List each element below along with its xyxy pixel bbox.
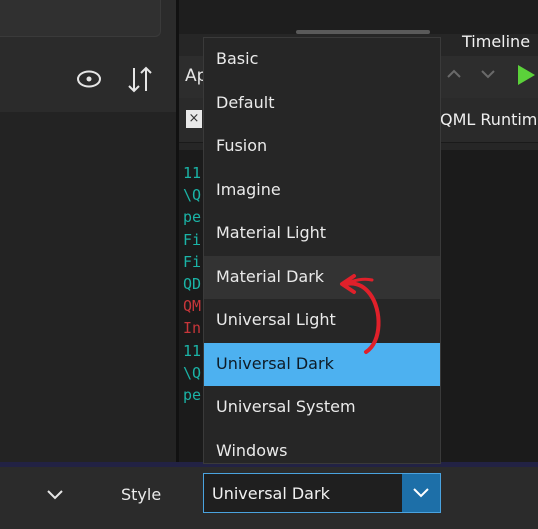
style-dropdown-list: Basic Default Fusion Imagine Material Light M… <box>203 37 441 464</box>
eye-icon[interactable] <box>76 66 102 92</box>
output-line: 11 <box>183 164 202 182</box>
style-option-label: Universal System <box>216 397 356 416</box>
style-option-material-dark[interactable]: Material Dark <box>204 255 440 299</box>
style-option-label: Windows <box>216 440 288 460</box>
splitter-handle[interactable] <box>296 30 430 34</box>
curved-arrow-icon <box>340 274 381 354</box>
style-option-fusion[interactable]: Fusion <box>204 125 440 168</box>
style-label: Style <box>121 485 162 504</box>
chevron-down-icon[interactable] <box>480 66 496 82</box>
chevron-up-icon[interactable] <box>446 66 462 82</box>
style-combobox-value: Universal Dark <box>212 484 330 503</box>
style-option-universal-light[interactable]: Universal Light <box>204 299 440 342</box>
right-panel-header <box>179 0 538 34</box>
play-icon[interactable] <box>516 64 536 86</box>
left-panel-body <box>0 112 176 462</box>
style-option-imagine[interactable]: Imagine <box>204 169 440 212</box>
style-option-material-light[interactable]: Material Light <box>204 212 440 255</box>
sort-icon[interactable] <box>126 64 154 94</box>
close-icon[interactable]: × <box>186 110 202 128</box>
style-option-label: Basic <box>216 49 259 68</box>
style-option-default[interactable]: Default <box>204 82 440 125</box>
left-panel-field[interactable] <box>0 0 161 37</box>
style-combobox[interactable]: Universal Dark <box>203 473 441 513</box>
style-combobox-button[interactable] <box>402 474 440 512</box>
style-option-label: Universal Light <box>216 310 336 329</box>
style-option-label: Universal Dark <box>216 353 334 373</box>
style-option-label: Fusion <box>216 136 268 155</box>
style-option-universal-dark[interactable]: Universal Dark <box>204 342 440 386</box>
style-option-label: Material Light <box>216 223 327 242</box>
style-option-label: Default <box>216 92 275 112</box>
chevron-down-icon[interactable] <box>44 484 66 504</box>
style-option-label: Material Dark <box>216 266 325 286</box>
chevron-down-icon <box>413 488 429 498</box>
style-option-universal-system[interactable]: Universal System <box>204 386 440 429</box>
output-line: 11 <box>183 341 202 360</box>
style-option-basic[interactable]: Basic <box>204 38 440 81</box>
style-option-label: Imagine <box>216 179 281 199</box>
style-option-windows[interactable]: Windows <box>204 430 440 473</box>
timeline-title[interactable]: Timeline <box>462 32 530 51</box>
tab-qml-runtime[interactable]: QML Runtime <box>440 110 538 129</box>
